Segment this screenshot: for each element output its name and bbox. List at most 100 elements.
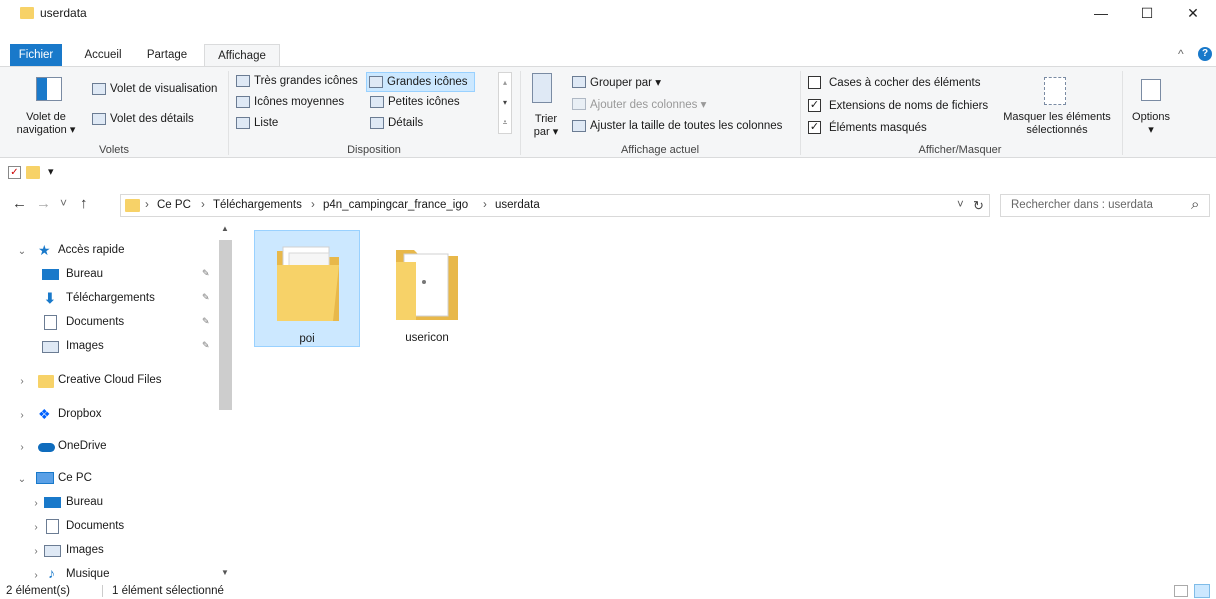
layout-extra-large-icons[interactable]: Très grandes icônes — [236, 75, 358, 87]
qat-dropdown-icon[interactable]: ▾ — [48, 165, 54, 178]
ribbon-collapse-icon[interactable]: ^ — [1178, 47, 1184, 61]
nav-pc-images[interactable]: › Images — [0, 540, 218, 562]
options-icon — [1141, 79, 1161, 101]
chevron-down-icon[interactable]: ⌄ — [16, 246, 28, 257]
close-button[interactable]: ✕ — [1170, 0, 1216, 26]
tab-affichage[interactable]: Affichage — [204, 44, 280, 67]
nav-dropbox[interactable]: › ❖ Dropbox — [0, 404, 218, 426]
tab-fichier[interactable]: Fichier — [10, 44, 62, 66]
title-bar: userdata — ☐ ✕ — [0, 0, 1216, 26]
chevron-right-icon[interactable]: › — [16, 442, 28, 453]
search-icon[interactable]: ⌕ — [1191, 196, 1199, 213]
pin-icon[interactable]: ✎ — [202, 340, 210, 351]
item-checkboxes-toggle[interactable]: Cases à cocher des éléments — [808, 76, 981, 89]
recent-locations-icon[interactable]: ˅ — [60, 196, 67, 210]
hide-selected-button[interactable]: Masquer les éléments sélectionnés — [996, 73, 1118, 139]
layout-list[interactable]: Liste — [236, 117, 278, 129]
breadcrumb-p4n[interactable]: p4n_campingcar_france_igo — [323, 199, 468, 211]
folder-item-usericon[interactable]: usericon — [374, 230, 480, 347]
options-button[interactable]: Options ▾ — [1128, 73, 1174, 139]
ribbon-separator — [520, 71, 521, 155]
address-dropdown-icon[interactable]: ˅ — [957, 199, 964, 211]
pin-icon[interactable]: ✎ — [202, 268, 210, 279]
list-icon — [236, 117, 250, 129]
layout-gallery-scroll[interactable]: ▴ ▾ ⩡ — [498, 72, 512, 134]
tab-partage[interactable]: Partage — [140, 44, 194, 66]
group-by-button[interactable]: Grouper par ▾ — [572, 75, 661, 89]
breadcrumb-separator[interactable]: › — [311, 199, 315, 211]
layout-large-icons[interactable]: Grandes icônes — [366, 72, 475, 92]
layout-small-icons[interactable]: Petites icônes — [370, 96, 460, 108]
nav-pc-documents[interactable]: › Documents — [0, 516, 218, 538]
small-icons-icon — [370, 96, 384, 108]
checkbox-checked: ✓ — [808, 121, 821, 134]
layout-details[interactable]: Détails — [370, 117, 423, 129]
hidden-items-toggle[interactable]: ✓ Éléments masqués — [808, 121, 927, 134]
folder-item-poi[interactable]: poi — [254, 230, 360, 347]
maximize-button[interactable]: ☐ — [1124, 0, 1170, 26]
group-label-afficher-masquer: Afficher/Masquer — [918, 144, 1002, 156]
nav-quick-access[interactable]: ⌄ ★ Accès rapide — [0, 240, 218, 262]
nav-onedrive[interactable]: › OneDrive — [0, 436, 218, 458]
quick-access-toolbar: ✓ ▾ — [0, 160, 1216, 184]
properties-icon[interactable]: ✓ — [8, 166, 21, 179]
breadcrumb-telechargements[interactable]: Téléchargements — [213, 199, 302, 211]
chevron-down-icon[interactable]: ⌄ — [16, 474, 28, 485]
add-columns-icon — [572, 98, 586, 110]
search-input[interactable]: Rechercher dans : userdata — [1011, 199, 1153, 211]
nav-item-bureau[interactable]: Bureau ✎ — [0, 264, 218, 286]
forward-arrow-icon[interactable]: → — [36, 195, 51, 212]
preview-pane-button[interactable]: Volet de visualisation — [92, 83, 217, 95]
pictures-icon — [44, 545, 61, 557]
sort-by-button[interactable]: Trier par ▾ — [528, 73, 564, 139]
pin-icon[interactable]: ✎ — [202, 292, 210, 303]
nav-pc-bureau[interactable]: › Bureau — [0, 492, 218, 514]
ribbon-separator — [1122, 71, 1123, 155]
add-columns-button[interactable]: Ajouter des colonnes ▾ — [572, 97, 706, 111]
layout-medium-icons[interactable]: Icônes moyennes — [236, 96, 344, 108]
details-view-icon[interactable] — [1174, 585, 1188, 597]
address-bar[interactable]: › Ce PC › Téléchargements › p4n_campingc… — [120, 194, 990, 217]
star-icon: ★ — [38, 242, 51, 258]
pin-icon[interactable]: ✎ — [202, 316, 210, 327]
breadcrumb-separator[interactable]: › — [483, 199, 487, 211]
new-folder-icon[interactable] — [26, 166, 40, 179]
nav-creative-cloud[interactable]: › Creative Cloud Files — [0, 370, 218, 392]
tab-accueil[interactable]: Accueil — [76, 44, 130, 66]
details-pane-button[interactable]: Volet des détails — [92, 113, 194, 125]
navigation-pane-button[interactable]: Volet de navigation ▾ — [10, 73, 82, 139]
chevron-right-icon[interactable]: › — [16, 376, 28, 387]
creative-cloud-icon — [38, 375, 54, 388]
details-icon — [370, 117, 384, 129]
item-count: 2 élément(s) — [6, 585, 70, 597]
minimize-button[interactable]: — — [1078, 0, 1124, 26]
scroll-up-icon[interactable]: ▲ — [221, 224, 229, 233]
breadcrumb-separator[interactable]: › — [145, 199, 149, 211]
nav-item-images[interactable]: Images ✎ — [0, 336, 218, 358]
large-icons-view-icon[interactable] — [1194, 584, 1210, 598]
chevron-right-icon[interactable]: › — [30, 570, 42, 581]
nav-item-documents[interactable]: Documents ✎ — [0, 312, 218, 334]
search-box[interactable]: Rechercher dans : userdata ⌕ — [1000, 194, 1210, 217]
chevron-right-icon[interactable]: › — [30, 498, 42, 509]
scroll-down-icon[interactable]: ▼ — [221, 568, 229, 577]
chevron-right-icon[interactable]: › — [30, 522, 42, 533]
group-label-disposition: Disposition — [347, 144, 401, 156]
nav-pc-musique[interactable]: › ♪ Musique — [0, 564, 218, 586]
chevron-right-icon[interactable]: › — [30, 546, 42, 557]
refresh-icon[interactable]: ↻ — [973, 198, 984, 214]
back-arrow-icon[interactable]: ← — [12, 195, 27, 212]
help-icon[interactable]: ? — [1198, 47, 1212, 61]
breadcrumb-userdata[interactable]: userdata — [495, 199, 540, 211]
chevron-right-icon[interactable]: › — [16, 410, 28, 421]
up-arrow-icon[interactable]: ↑ — [80, 195, 88, 212]
file-extensions-toggle[interactable]: ✓ Extensions de noms de fichiers — [808, 99, 988, 112]
fit-columns-button[interactable]: Ajuster la taille de toutes les colonnes — [572, 120, 782, 132]
download-icon: ⬇ — [44, 290, 56, 306]
breadcrumb-separator[interactable]: › — [201, 199, 205, 211]
nav-ce-pc[interactable]: ⌄ Ce PC — [0, 468, 218, 490]
scrollbar-thumb[interactable] — [219, 240, 232, 410]
group-by-icon — [572, 76, 586, 88]
nav-item-telechargements[interactable]: ⬇ Téléchargements ✎ — [0, 288, 218, 310]
breadcrumb-ce-pc[interactable]: Ce PC — [157, 199, 191, 211]
